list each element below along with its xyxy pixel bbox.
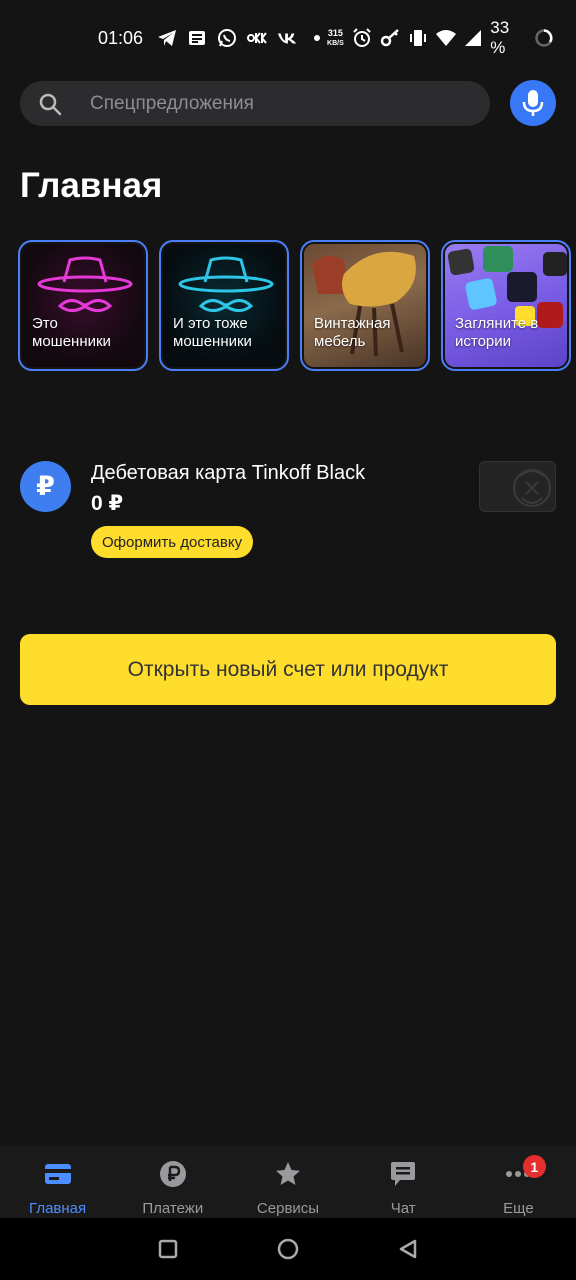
nav-item-chat[interactable]: Чат	[346, 1146, 461, 1218]
account-balance: 0 ₽	[91, 492, 124, 515]
chat-icon	[389, 1160, 417, 1188]
story-card[interactable]: И это тоже мошенники	[159, 240, 289, 371]
net-speed-unit: KB/S	[327, 39, 344, 47]
story-image: Это мошенники	[22, 244, 144, 367]
back-button[interactable]	[393, 1234, 423, 1264]
signal-icon	[464, 28, 482, 48]
notification-dot-icon	[307, 28, 327, 48]
nav-label: Сервисы	[256, 1200, 320, 1217]
net-speed: 315 KB/S	[327, 27, 344, 48]
story-card[interactable]: Это мошенники	[18, 240, 148, 371]
stories-carousel: Это мошенники И это тоже мошенники Винта…	[18, 240, 576, 372]
nav-label: Платежи	[142, 1200, 204, 1217]
recent-apps-button[interactable]	[153, 1234, 183, 1264]
ok-icon	[247, 28, 267, 48]
battery-percent: 33 %	[490, 18, 510, 57]
status-bar-right: 315 KB/S 33 %	[327, 18, 554, 58]
nav-item-payments[interactable]: Платежи	[115, 1146, 230, 1218]
news-icon	[187, 28, 207, 48]
card-icon	[44, 1160, 72, 1188]
key-icon	[380, 28, 400, 48]
status-bar: 01:06 315 KB/S 33 %	[0, 0, 576, 76]
story-label: И это тоже мошенники	[173, 315, 252, 350]
battery-icon	[534, 28, 554, 48]
story-card[interactable]: Винтажная мебель	[300, 240, 430, 371]
search-icon	[38, 92, 62, 116]
status-bar-left: 01:06	[98, 28, 327, 49]
search-input[interactable]: Спецпредложения	[20, 81, 490, 126]
bottom-navigation: Главная Платежи Сервисы Чат 1 Еще	[0, 1146, 576, 1218]
ruble-icon	[159, 1160, 187, 1188]
story-image: Винтажная мебель	[304, 244, 426, 367]
telegram-icon	[157, 28, 177, 48]
ruble-account-icon[interactable]: ₽	[20, 461, 71, 512]
nav-item-home[interactable]: Главная	[0, 1146, 115, 1218]
star-icon	[274, 1160, 302, 1188]
nav-label: Главная	[29, 1200, 87, 1217]
story-label: Винтажная мебель	[314, 315, 391, 350]
notification-badge: 1	[522, 1155, 546, 1178]
whatsapp-icon	[217, 28, 237, 48]
home-button[interactable]	[273, 1234, 303, 1264]
alarm-icon	[352, 28, 372, 48]
account-name[interactable]: Дебетовая карта Tinkoff Black	[91, 462, 365, 485]
status-time: 01:06	[98, 27, 144, 48]
net-speed-value: 315	[327, 27, 343, 38]
nav-item-services[interactable]: Сервисы	[230, 1146, 345, 1218]
voice-search-button[interactable]	[510, 80, 556, 126]
nav-item-more[interactable]: 1 Еще	[461, 1146, 576, 1218]
nav-label: Еще	[503, 1200, 534, 1217]
story-label: Это мошенники	[32, 315, 111, 350]
page-title: Главная	[20, 166, 163, 205]
order-delivery-button[interactable]: Оформить доставку	[91, 526, 254, 558]
story-label: Загляните в истории	[455, 315, 539, 350]
system-navigation-bar	[0, 1218, 576, 1280]
vk-icon	[277, 28, 297, 48]
microphone-icon	[522, 89, 544, 117]
story-image: Загляните в истории	[445, 244, 567, 367]
story-card[interactable]: Загляните в истории	[441, 240, 571, 371]
vibrate-icon	[408, 28, 428, 48]
card-thumbnail[interactable]	[479, 461, 556, 512]
ruble-symbol: ₽	[36, 471, 55, 501]
nav-label: Чат	[390, 1200, 416, 1217]
search-placeholder: Спецпредложения	[90, 92, 254, 114]
wifi-icon	[435, 28, 456, 48]
story-image: И это тоже мошенники	[163, 244, 285, 367]
open-new-account-button[interactable]: Открыть новый счет или продукт	[20, 634, 556, 705]
